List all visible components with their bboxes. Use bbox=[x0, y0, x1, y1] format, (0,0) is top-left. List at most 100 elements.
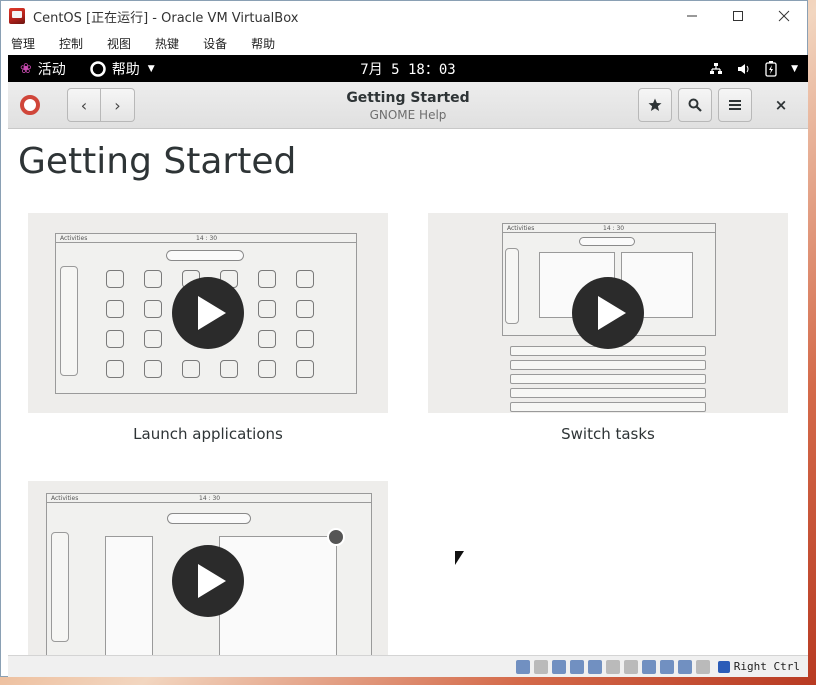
hard-disk-icon[interactable] bbox=[515, 659, 530, 674]
mock-window bbox=[105, 536, 153, 655]
menu-view[interactable]: 视图 bbox=[103, 33, 135, 54]
mock-key-row bbox=[510, 360, 706, 370]
app-menu-label: 帮助 bbox=[111, 61, 140, 78]
video-label[interactable]: Switch tasks bbox=[428, 425, 788, 443]
mock-dash bbox=[60, 266, 78, 376]
video-label[interactable]: Launch applications bbox=[28, 425, 388, 443]
vbox-menubar: 管理 控制 视图 热键 设备 帮助 bbox=[1, 31, 807, 55]
mock-dash bbox=[505, 248, 519, 324]
menu-hotkeys[interactable]: 热键 bbox=[151, 33, 183, 54]
menu-control[interactable]: 控制 bbox=[55, 33, 87, 54]
video-thumbnail[interactable]: Activities 14 : 30 bbox=[28, 213, 388, 413]
vbox-window-title: CentOS [正在运行] - Oracle VM VirtualBox bbox=[33, 10, 299, 26]
lifebuoy-icon bbox=[89, 60, 106, 77]
arrow-down-icon bbox=[717, 660, 730, 673]
bookmark-button[interactable] bbox=[638, 88, 672, 122]
battery-icon bbox=[765, 60, 777, 77]
hamburger-icon bbox=[729, 100, 741, 110]
video-tile-launch-applications[interactable]: Activities 14 : 30 Launch applications bbox=[28, 213, 388, 443]
help-app-icon bbox=[20, 95, 40, 115]
guest-display[interactable]: ❀ 活动 帮助 ▼ 7月 5 18：03 ▼ ‹ › Getting Start… bbox=[8, 55, 808, 655]
play-icon[interactable] bbox=[172, 545, 244, 617]
menu-manage[interactable]: 管理 bbox=[7, 33, 39, 54]
chevron-left-icon: ‹ bbox=[80, 95, 88, 115]
mock-activities-label: Activities bbox=[60, 235, 88, 242]
mock-app-icon bbox=[144, 300, 162, 318]
virtualbox-app-icon bbox=[9, 8, 25, 24]
video-capture-icon[interactable] bbox=[641, 659, 656, 674]
mock-app-icon bbox=[144, 270, 162, 288]
menu-help[interactable]: 帮助 bbox=[247, 33, 279, 54]
close-window-button[interactable] bbox=[761, 1, 807, 31]
close-icon bbox=[778, 10, 790, 22]
system-status-area[interactable]: ▼ bbox=[709, 55, 798, 82]
mock-search-field bbox=[166, 250, 244, 261]
mock-app-icon bbox=[296, 330, 314, 348]
mock-app-icon bbox=[106, 270, 124, 288]
mock-app-icon bbox=[144, 330, 162, 348]
help-headerbar: ‹ › Getting Started GNOME Help × bbox=[8, 82, 808, 129]
mock-app-icon bbox=[296, 300, 314, 318]
gnome-top-bar: ❀ 活动 帮助 ▼ 7月 5 18：03 ▼ bbox=[8, 55, 808, 82]
mock-search-field bbox=[167, 513, 251, 524]
chevron-down-icon: ▼ bbox=[791, 63, 798, 74]
mock-app-icon bbox=[258, 270, 276, 288]
activities-button[interactable]: ❀ 活动 bbox=[8, 59, 66, 79]
play-icon[interactable] bbox=[572, 277, 644, 349]
clock[interactable]: 7月 5 18：03 bbox=[360, 62, 455, 78]
mock-key-row bbox=[510, 402, 706, 412]
maximize-icon bbox=[733, 11, 743, 21]
video-thumbnail[interactable]: Activities 14 : 30 bbox=[428, 213, 788, 413]
search-icon bbox=[688, 98, 702, 112]
mock-app-icon bbox=[106, 300, 124, 318]
video-thumbnail[interactable]: Activities 14 : 30 bbox=[28, 481, 388, 655]
star-icon bbox=[648, 98, 662, 111]
volume-icon bbox=[737, 62, 751, 76]
mock-key-row bbox=[510, 388, 706, 398]
menu-devices[interactable]: 设备 bbox=[199, 33, 231, 54]
video-tile-switch-tasks[interactable]: Activities 14 : 30 Switch tasks bbox=[428, 213, 788, 443]
mock-topbar: Activities 14 : 30 bbox=[503, 224, 715, 233]
menu-button[interactable] bbox=[718, 88, 752, 122]
mock-close-icon bbox=[327, 528, 345, 546]
video-tile-third[interactable]: Activities 14 : 30 bbox=[28, 481, 388, 655]
mock-app-icon bbox=[106, 360, 124, 378]
help-content: Getting Started Activities 14 : 30 Launc… bbox=[8, 129, 808, 655]
mock-clock: 14 : 30 bbox=[603, 225, 625, 232]
shared-folder-icon[interactable] bbox=[605, 659, 620, 674]
mock-app-icon bbox=[258, 360, 276, 378]
keyboard-icon[interactable] bbox=[695, 659, 710, 674]
mock-search-field bbox=[579, 237, 635, 246]
mouse-integration-icon[interactable] bbox=[677, 659, 692, 674]
mock-clock: 14 : 30 bbox=[199, 495, 221, 502]
mock-app-icon bbox=[182, 360, 200, 378]
mock-app-icon bbox=[144, 360, 162, 378]
activities-label: 活动 bbox=[37, 61, 66, 78]
mock-app-icon bbox=[258, 300, 276, 318]
page-title: Getting Started bbox=[18, 141, 297, 182]
mock-clock: 14 : 30 bbox=[196, 235, 218, 242]
forward-button[interactable]: › bbox=[101, 88, 135, 122]
usb-icon[interactable] bbox=[587, 659, 602, 674]
minimize-icon bbox=[687, 15, 697, 17]
gnome-foot-icon: ❀ bbox=[20, 60, 32, 77]
network-adapter-icon[interactable] bbox=[569, 659, 584, 674]
cpu-icon[interactable] bbox=[659, 659, 674, 674]
mock-topbar: Activities 14 : 30 bbox=[47, 494, 371, 503]
play-icon[interactable] bbox=[172, 277, 244, 349]
host-key-indicator[interactable]: Right Ctrl bbox=[717, 660, 800, 673]
optical-drive-icon[interactable] bbox=[533, 659, 548, 674]
close-help-button[interactable]: × bbox=[764, 88, 798, 122]
maximize-button[interactable] bbox=[715, 1, 761, 31]
minimize-button[interactable] bbox=[669, 1, 715, 31]
mock-activities-label: Activities bbox=[51, 495, 79, 502]
audio-icon[interactable] bbox=[551, 659, 566, 674]
mock-app-icon bbox=[106, 330, 124, 348]
vbox-titlebar: CentOS [正在运行] - Oracle VM VirtualBox bbox=[1, 1, 807, 31]
mock-dash bbox=[51, 532, 69, 642]
display-icon[interactable] bbox=[623, 659, 638, 674]
app-menu-button[interactable]: 帮助 ▼ bbox=[89, 59, 155, 79]
back-button[interactable]: ‹ bbox=[67, 88, 101, 122]
close-icon: × bbox=[774, 96, 788, 114]
search-button[interactable] bbox=[678, 88, 712, 122]
